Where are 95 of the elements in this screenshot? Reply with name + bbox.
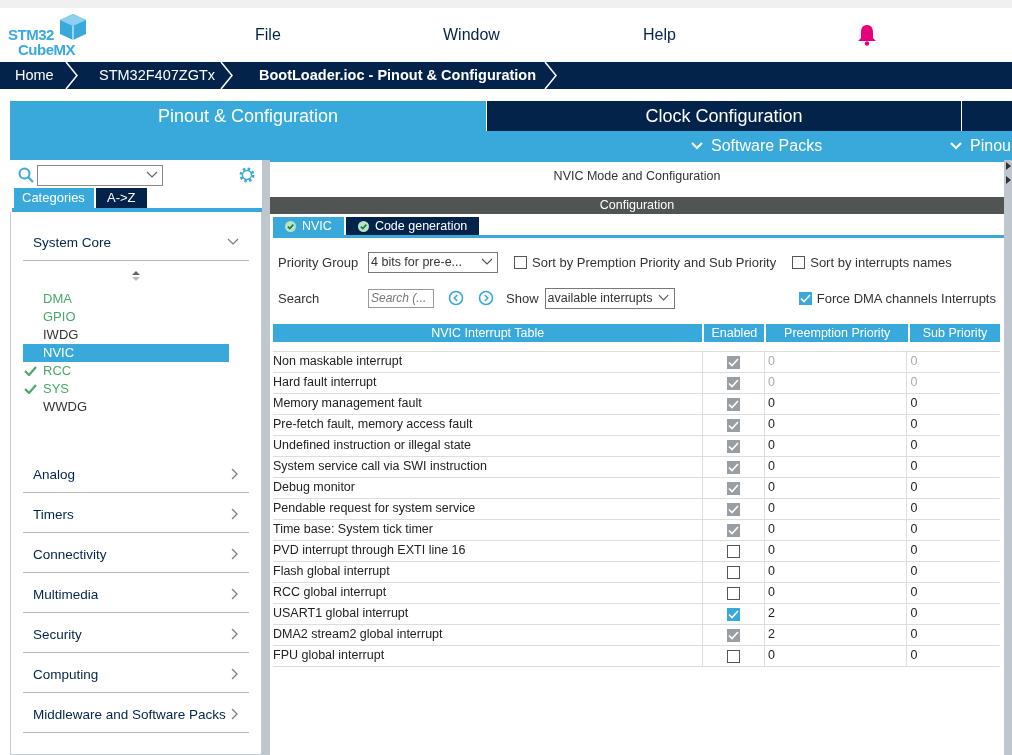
category-item[interactable]: IWDG <box>23 326 229 344</box>
enabled-checkbox[interactable] <box>727 544 741 558</box>
enabled-checkbox[interactable] <box>727 607 741 621</box>
category-header[interactable]: Security <box>23 616 249 653</box>
table-cell: System service call via SWI instruction <box>273 457 704 477</box>
panel-title: NVIC Mode and Configuration <box>270 160 1004 190</box>
chevron-right-icon <box>220 62 234 89</box>
chevron-down-icon <box>481 258 493 266</box>
chevron-right-icon <box>231 588 239 600</box>
chevron-right-icon <box>231 508 239 520</box>
table-cell: Undefined instruction or illegal state <box>273 436 704 456</box>
table-cell: FPU global interrupt <box>273 646 704 666</box>
check-icon <box>23 366 38 376</box>
chevron-down-icon <box>950 141 962 150</box>
section-header: Configuration <box>270 197 1004 214</box>
chevron-right-icon <box>231 548 239 560</box>
chevron-right-icon <box>231 468 239 480</box>
submenu-label: Software Packs <box>711 136 823 155</box>
search-combo[interactable] <box>37 164 163 186</box>
table-cell: Time base: System tick timer <box>273 520 704 540</box>
chevron-down-icon <box>146 171 158 179</box>
scrollbar[interactable] <box>1004 160 1012 755</box>
table-cell[interactable]: 0 <box>764 583 908 603</box>
table-cell[interactable]: 0 <box>907 562 1000 582</box>
previous-icon[interactable] <box>448 290 464 306</box>
category-header[interactable]: Computing <box>23 656 249 693</box>
search-field[interactable]: Search (... <box>368 288 434 308</box>
category-header[interactable]: Analog <box>23 456 249 493</box>
priority-group-select[interactable]: 4 bits for pre-e... <box>368 251 498 273</box>
check-icon <box>23 384 38 394</box>
field-label: Priority Group <box>278 254 360 270</box>
table-cell: Non maskable interrupt <box>273 352 704 372</box>
table-cell[interactable]: 2 <box>764 604 908 624</box>
table-cell: RCC global interrupt <box>273 583 704 603</box>
table-cell[interactable]: 0 <box>907 604 1000 624</box>
logo-text: CubeMX <box>18 41 75 58</box>
table-cell[interactable]: 0 <box>907 583 1000 603</box>
submenu-label: Pinou <box>970 136 1011 155</box>
scroll-arrow-icon[interactable] <box>1004 160 1012 186</box>
table-cell[interactable]: 0 <box>764 541 908 561</box>
category-header[interactable]: System Core <box>23 224 249 261</box>
table-cell: Flash global interrupt <box>273 562 704 582</box>
enabled-checkbox[interactable] <box>727 649 741 663</box>
checkbox-option[interactable]: Sort by interrupts names <box>792 254 952 270</box>
settings-icon[interactable] <box>238 166 256 184</box>
chevron-right-icon <box>231 668 239 680</box>
enabled-checkbox[interactable] <box>727 586 741 600</box>
next-icon[interactable] <box>478 290 494 306</box>
breadcrumb-item[interactable]: STM32F407ZGTx <box>79 62 234 89</box>
table-cell: USART1 global interrupt <box>273 604 704 624</box>
sort-icon[interactable] <box>131 270 141 282</box>
table-cell: Pre-fetch fault, memory access fault <box>273 415 704 435</box>
chevron-down-icon <box>658 294 670 302</box>
main-tab[interactable]: Clock Configuration <box>487 101 962 131</box>
bell-icon[interactable] <box>857 24 877 46</box>
menu-item[interactable]: Window <box>443 26 643 44</box>
checkbox-option[interactable]: Force DMA channels Interrupts <box>798 290 996 306</box>
check-circle-icon <box>357 220 369 232</box>
check-circle-icon <box>285 220 296 232</box>
cube-icon <box>58 12 88 42</box>
table-cell[interactable]: 0 <box>764 646 908 666</box>
chevron-down-icon <box>691 141 703 150</box>
breadcrumb-item[interactable]: BootLoader.ioc - Pinout & Configuration <box>234 62 559 89</box>
table-cell: Memory management fault <box>273 394 704 414</box>
category-item[interactable]: WWDG <box>23 398 229 416</box>
view-tab[interactable]: A->Z <box>96 188 147 208</box>
chevron-down-icon <box>227 238 239 246</box>
config-tab[interactable]: Code generation <box>345 217 480 235</box>
chevron-right-icon <box>544 62 559 89</box>
category-header[interactable]: Timers <box>23 496 249 533</box>
check-icon <box>799 293 811 303</box>
chevron-right-icon <box>231 628 239 640</box>
logo-text: STM32 <box>8 26 54 43</box>
category-header[interactable]: Connectivity <box>23 536 249 573</box>
search-icon[interactable] <box>18 167 34 183</box>
table-cell[interactable]: 0 <box>764 562 908 582</box>
category-header[interactable]: Multimedia <box>23 576 249 613</box>
table-cell: Pendable request for system service <box>273 499 704 519</box>
show-select[interactable]: available interrupts <box>544 287 675 309</box>
table-cell: PVD interrupt through EXTI line 16 <box>273 541 704 561</box>
checkbox-option[interactable]: Sort by Premption Priority and Sub Priority <box>514 254 777 270</box>
table-cell[interactable]: 0 <box>907 646 1000 666</box>
field-label: Search <box>278 290 321 306</box>
breadcrumb-item[interactable]: Home <box>0 62 79 89</box>
table-cell: DMA2 stream2 global interrupt <box>273 625 704 645</box>
chevron-right-icon <box>231 708 239 720</box>
table-cell: Hard fault interrupt <box>273 373 704 393</box>
enabled-checkbox[interactable] <box>727 565 741 579</box>
menu-item[interactable]: File <box>255 26 443 44</box>
category-header[interactable]: Middleware and Software Packs <box>23 696 249 733</box>
menu-item[interactable]: Help <box>643 26 676 44</box>
table-cell: Debug monitor <box>273 478 704 498</box>
chevron-right-icon <box>65 62 79 89</box>
field-label: Show <box>506 290 539 306</box>
table-cell[interactable]: 0 <box>907 541 1000 561</box>
